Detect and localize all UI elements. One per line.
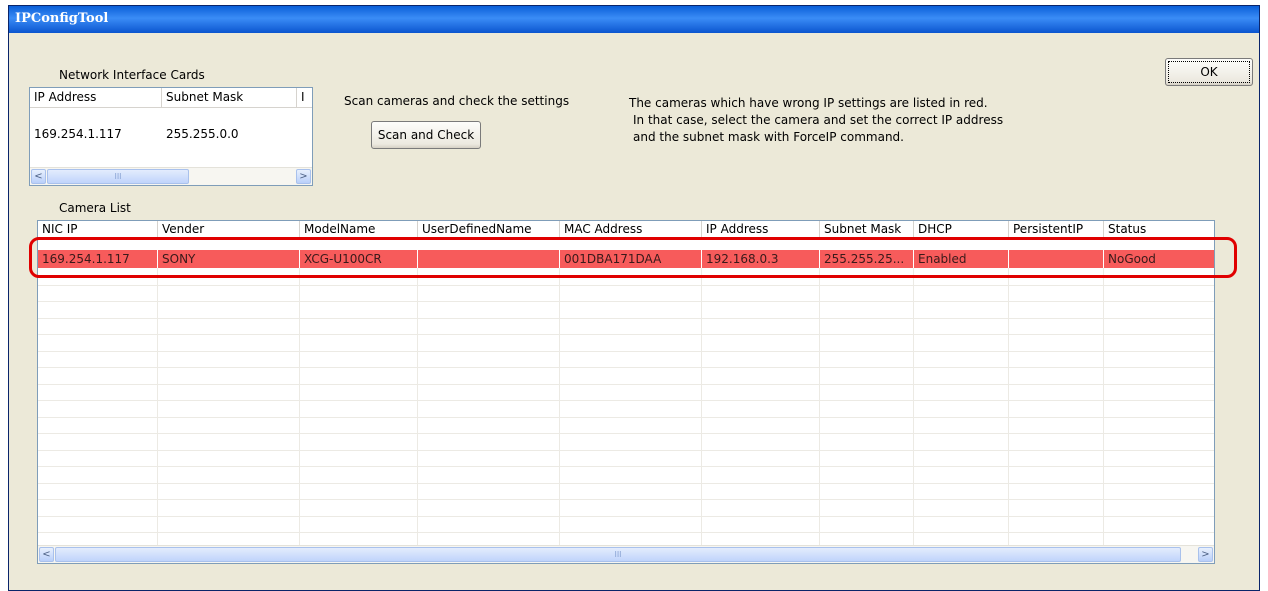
camera-cell-dhcp: Enabled xyxy=(914,250,1009,268)
camera-cell-persistent-ip xyxy=(1009,250,1104,268)
empty-grid-row xyxy=(38,482,1214,484)
column-user-defined-name[interactable]: UserDefinedName xyxy=(418,221,560,238)
scan-and-check-button[interactable]: Scan and Check xyxy=(371,121,481,149)
nic-section-label: Network Interface Cards xyxy=(59,68,205,82)
column-model-name[interactable]: ModelName xyxy=(300,221,418,238)
title-bar[interactable]: IPConfigTool xyxy=(9,6,1259,33)
empty-grid-column-line xyxy=(701,268,702,546)
nic-scroll-thumb[interactable]: III xyxy=(47,169,189,184)
nic-scroll-left-icon[interactable]: < xyxy=(31,169,46,184)
camera-cell-vender: SONY xyxy=(158,250,300,268)
empty-grid-row xyxy=(38,334,1214,335)
empty-grid-row xyxy=(38,515,1214,517)
empty-grid-row xyxy=(38,301,1214,302)
empty-grid-row xyxy=(38,499,1214,500)
camera-list-label: Camera List xyxy=(59,201,131,215)
nic-column-subnet-mask[interactable]: Subnet Mask xyxy=(162,88,297,107)
camera-scroll-thumb[interactable]: III xyxy=(55,547,1181,562)
empty-grid-column-line xyxy=(157,268,158,546)
empty-grid-column-line xyxy=(1103,268,1104,546)
camera-scroll-left-icon[interactable]: < xyxy=(39,547,54,562)
empty-grid-row xyxy=(38,383,1214,385)
empty-grid-column-line xyxy=(1008,268,1009,546)
scan-label: Scan cameras and check the settings xyxy=(344,94,570,108)
empty-grid-row xyxy=(38,350,1214,352)
empty-grid-row xyxy=(38,416,1214,418)
empty-grid-row xyxy=(38,433,1214,434)
empty-grid-column-line xyxy=(913,268,914,546)
nic-cell-ip: 169.254.1.117 xyxy=(34,127,122,141)
info-line-1: The cameras which have wrong IP settings… xyxy=(629,96,988,110)
empty-grid-row xyxy=(38,532,1214,533)
info-line-3: and the subnet mask with ForceIP command… xyxy=(633,130,904,144)
nic-grid-header: IP Address Subnet Mask I xyxy=(30,88,312,108)
column-nic-ip[interactable]: NIC IP xyxy=(38,221,158,238)
empty-grid-row xyxy=(38,367,1214,368)
nic-scroll-right-icon[interactable]: > xyxy=(296,169,311,184)
camera-cell-user-defined-name xyxy=(418,250,560,268)
column-mac-address[interactable]: MAC Address xyxy=(560,221,702,238)
column-vender[interactable]: Vender xyxy=(158,221,300,238)
info-line-2: In that case, select the camera and set … xyxy=(633,113,1004,127)
camera-cell-nic-ip: 169.254.1.117 xyxy=(38,250,158,268)
nic-grid[interactable]: IP Address Subnet Mask I 169.254.1.117 2… xyxy=(29,87,313,186)
nic-column-ip-address[interactable]: IP Address xyxy=(30,88,162,107)
empty-grid-column-line xyxy=(299,268,300,546)
window-title: IPConfigTool xyxy=(15,11,109,26)
empty-grid-row xyxy=(38,449,1214,451)
column-ip-address[interactable]: IP Address xyxy=(702,221,820,238)
column-subnet-mask[interactable]: Subnet Mask xyxy=(820,221,914,238)
column-dhcp[interactable]: DHCP xyxy=(914,221,1009,238)
camera-cell-ip-address: 192.168.0.3 xyxy=(702,250,820,268)
empty-grid-column-line xyxy=(417,268,418,546)
column-persistent-ip[interactable]: PersistentIP xyxy=(1009,221,1104,238)
camera-list-horizontal-scrollbar[interactable]: < III > xyxy=(38,545,1214,563)
ok-button[interactable]: OK xyxy=(1165,58,1253,86)
nic-horizontal-scrollbar[interactable]: < III > xyxy=(30,167,312,185)
camera-cell-subnet-mask: 255.255.25... xyxy=(820,250,914,268)
camera-cell-status: NoGood xyxy=(1108,252,1156,266)
camera-row[interactable]: 169.254.1.117 SONY XCG-U100CR 001DBA171D… xyxy=(38,250,1214,268)
empty-grid-row xyxy=(38,317,1214,319)
nic-column-truncated[interactable]: I xyxy=(297,88,312,107)
camera-cell-model-name: XCG-U100CR xyxy=(300,250,418,268)
column-status[interactable]: Status xyxy=(1104,221,1214,238)
camera-list-header: NIC IP Vender ModelName UserDefinedName … xyxy=(38,221,1214,239)
ipconfig-window: IPConfigTool Network Interface Cards IP … xyxy=(8,5,1260,591)
empty-grid-row xyxy=(38,400,1214,401)
empty-grid-column-line xyxy=(819,268,820,546)
camera-scroll-right-icon[interactable]: > xyxy=(1198,547,1213,562)
nic-row[interactable]: 169.254.1.117 255.255.0.0 xyxy=(30,126,312,143)
camera-cell-mac-address: 001DBA171DAA xyxy=(560,250,702,268)
empty-grid-row xyxy=(38,466,1214,467)
empty-grid-row xyxy=(38,284,1214,286)
nic-cell-subnet: 255.255.0.0 xyxy=(166,127,239,141)
camera-list-grid[interactable]: NIC IP Vender ModelName UserDefinedName … xyxy=(37,220,1215,564)
header-divider xyxy=(38,238,1214,239)
empty-grid-column-line xyxy=(559,268,560,546)
